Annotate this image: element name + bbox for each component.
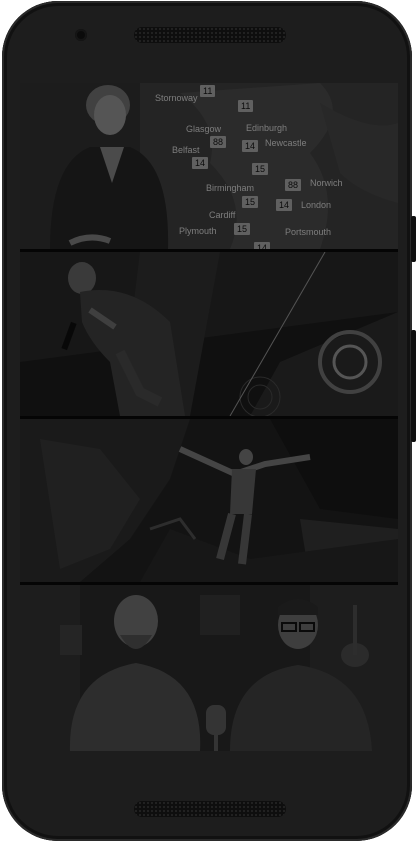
temp-badge: 15 [234, 223, 251, 235]
temp-badge: 14 [242, 140, 259, 152]
volume-button [411, 330, 416, 442]
city-label: Stornoway [155, 93, 198, 103]
temp-badge: 14 [276, 199, 293, 211]
city-label: Plymouth [179, 226, 217, 236]
video-tile-concert[interactable] [20, 252, 398, 416]
temp-badge: 14 [254, 242, 271, 249]
hosts-scene-image [20, 585, 398, 751]
temp-badge: 14 [192, 157, 209, 169]
video-tile-hosts[interactable] [20, 585, 398, 751]
phone-frame: 11 Stornoway 11 Glasgow Edinburgh 88 Bel… [2, 1, 412, 841]
video-tile-cliff-jump[interactable] [20, 419, 398, 582]
video-feed-screen: 11 Stornoway 11 Glasgow Edinburgh 88 Bel… [20, 83, 398, 751]
city-label: London [301, 200, 332, 210]
concert-scene-image [20, 252, 398, 416]
city-label: Belfast [172, 145, 200, 155]
city-label: Birmingham [206, 183, 255, 193]
temp-badge: 11 [238, 100, 254, 112]
temp-badge: 88 [210, 136, 227, 148]
power-button [411, 216, 416, 262]
city-label: Portsmouth [285, 227, 332, 237]
temp-badge: 15 [242, 196, 259, 208]
temp-badge: 15 [252, 163, 269, 175]
temp-badge: 88 [285, 179, 302, 191]
earpiece-speaker [134, 27, 286, 43]
cliff-scene-image [20, 419, 398, 582]
video-tile-weather[interactable]: 11 Stornoway 11 Glasgow Edinburgh 88 Bel… [20, 83, 398, 249]
city-label: Edinburgh [246, 123, 288, 133]
city-label: Norwich [310, 178, 343, 188]
weather-scene-image [20, 83, 398, 249]
bottom-speaker [134, 801, 286, 817]
city-label: Glasgow [186, 124, 222, 134]
front-camera-icon [75, 29, 87, 41]
city-label: Newcastle [265, 138, 307, 148]
temp-badge: 11 [200, 85, 216, 97]
city-label: Cardiff [209, 210, 236, 220]
